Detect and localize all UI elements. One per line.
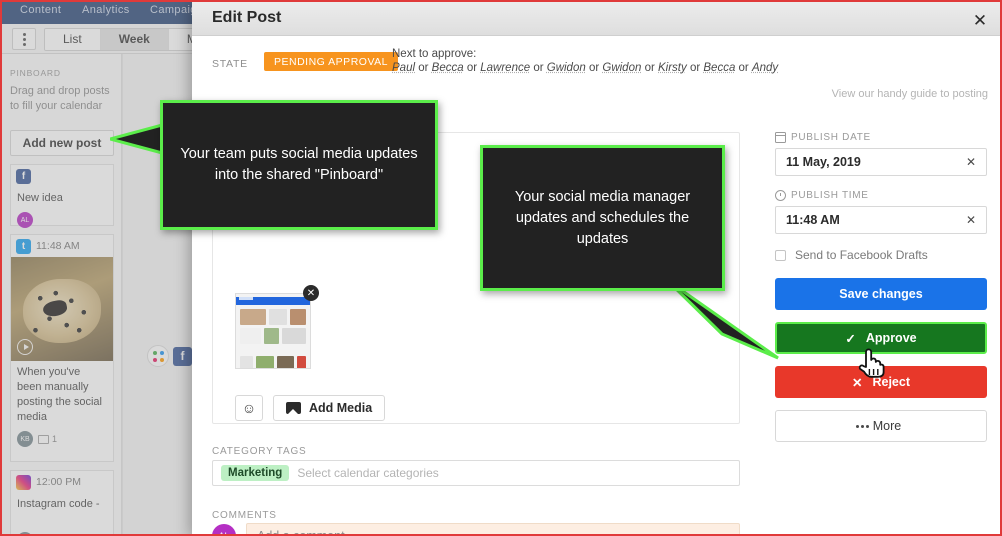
clear-icon[interactable]: ✕ [966,155,976,169]
mouse-cursor-icon [858,348,885,378]
cheetah-photo [23,279,101,344]
category-placeholder: Select calendar categories [297,466,439,480]
play-icon [17,339,33,355]
media-thumbnail[interactable] [235,293,311,369]
guide-link[interactable]: View our handy guide to posting [832,88,988,100]
page-title: Edit Post [212,9,282,26]
avatar: KB [17,532,33,534]
nav-analytics[interactable]: Analytics [82,4,130,16]
publish-date-value: 11 May, 2019 [786,155,861,169]
state-row: STATE PENDING APPROVAL Next to approve: … [212,48,988,90]
facebook-drafts-label: Send to Facebook Drafts [795,248,928,262]
facebook-drafts-row[interactable]: Send to Facebook Drafts [775,248,987,262]
attachment-count: 1 [38,434,57,444]
calendar-post-icons: f [147,345,192,367]
instagram-icon [16,474,31,490]
twitter-icon: t [16,238,31,254]
add-media-label: Add Media [309,401,373,415]
ellipsis-icon [860,424,864,428]
status-badge: PENDING APPROVAL [264,52,399,71]
publish-time-value: 11:48 AM [786,213,840,227]
pinboard-card-text: Instagram code - [17,498,100,510]
approval-heading: Next to approve: [392,48,477,60]
pinboard-card-2[interactable]: t 11:48 AM When you've been manually pos… [10,234,114,462]
tag-marketing[interactable]: Marketing [221,465,290,481]
kebab-menu-icon [22,37,26,41]
pinboard-card-text: When you've been manually posting the so… [17,366,102,423]
media-thumbnail-wrap: ✕ [235,285,319,369]
pinboard-card-3[interactable]: 12:00 PM Instagram code - KB [10,470,114,534]
media-toolbar: ☺ Add Media [235,395,386,421]
facebook-icon: f [16,168,31,184]
remove-media-icon[interactable]: ✕ [303,285,319,301]
pinboard-title: PINBOARD [10,68,61,78]
comment-row: AL Add a comment ... [212,523,740,534]
add-media-button[interactable]: Add Media [273,395,386,421]
multi-network-icon[interactable] [147,345,169,367]
image-icon [38,434,49,444]
avatar: AL [17,212,33,228]
more-button[interactable]: More [775,410,987,442]
pinboard-card-time: 12:00 PM [36,476,81,488]
tab-week[interactable]: Week [100,29,169,50]
facebook-drafts-checkbox[interactable] [775,249,786,261]
screenshot-root: Content Analytics Campaigns List Week Mo… [0,0,1002,536]
approval-names: Paul or Becca or Lawrence or Gwidon or G… [392,62,779,74]
emoji-icon[interactable]: ☺ [235,395,263,421]
pinboard-card-time: 11:48 AM [36,240,80,252]
comments-label: COMMENTS [212,510,277,521]
pinboard-card-text: New idea [17,192,63,204]
publish-date-label: PUBLISH DATE [774,132,987,143]
approval-chain: Next to approve: Paul or Becca or Lawren… [392,48,778,74]
media-icon [286,402,301,414]
kebab-menu-button[interactable] [12,28,36,50]
pinboard-card-1[interactable]: f New idea AL [10,164,114,228]
callout-pinboard: Your team puts social media updates into… [160,100,438,230]
category-tags-label: CATEGORY TAGS [212,446,307,457]
nav-content[interactable]: Content [20,4,61,16]
callout-scheduling: Your social media manager updates and sc… [480,145,725,291]
publish-time-label: PUBLISH TIME [775,190,987,201]
calendar-icon [774,132,787,143]
category-tags-field[interactable]: Marketing Select calendar categories [212,460,740,486]
clear-icon[interactable]: ✕ [966,213,976,227]
facebook-icon[interactable]: f [173,346,192,366]
publish-time-field[interactable]: 11:48 AM ✕ [775,206,987,234]
pinboard-card-media [11,257,113,361]
avatar: KB [17,431,33,447]
publish-date-field[interactable]: 11 May, 2019 ✕ [775,148,987,176]
pinboard-subtitle: Drag and drop posts to fill your calenda… [10,85,110,112]
clock-icon [775,190,786,201]
add-new-post-button[interactable]: Add new post [10,130,114,156]
tab-list[interactable]: List [45,29,101,50]
avatar: AL [212,524,236,534]
comment-input[interactable]: Add a comment ... [246,523,740,534]
pinboard-panel: PINBOARD Drag and drop posts to fill you… [2,54,122,534]
close-icon[interactable]: ✕ [970,10,990,30]
state-label: STATE [212,58,248,70]
modal-header: Edit Post ✕ [192,2,1000,36]
check-icon: ✓ [845,331,856,346]
